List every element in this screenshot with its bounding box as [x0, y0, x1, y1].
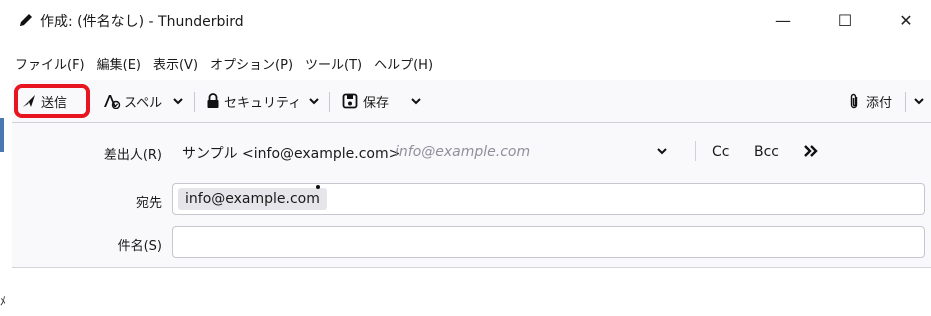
attach-button[interactable]: 添付 — [848, 80, 892, 122]
menu-view[interactable]: 表示(V) — [147, 40, 204, 73]
spell-menu-button[interactable] — [172, 80, 184, 122]
subject-field[interactable] — [172, 226, 925, 258]
compose-window: ﾒ 作成: (件名なし) - Thunderbird — ☐ ✕ ファイル(F)… — [0, 0, 931, 316]
attach-menu-button[interactable] — [913, 80, 925, 122]
more-recipient-types-button[interactable] — [799, 139, 823, 163]
menu-edit[interactable]: 編集(E) — [91, 40, 147, 73]
bcc-button[interactable]: Bcc — [754, 144, 779, 160]
lock-icon — [206, 93, 220, 109]
toolbar-separator — [329, 92, 330, 112]
paperclip-icon — [848, 93, 860, 110]
chevron-down-icon — [913, 95, 925, 107]
to-field[interactable]: info@example.com — [172, 183, 925, 215]
recipient-pill[interactable]: info@example.com — [178, 188, 327, 210]
send-button[interactable]: 送信 — [22, 80, 67, 122]
close-window-button[interactable]: ✕ — [883, 0, 929, 40]
maximize-button[interactable]: ☐ — [822, 0, 868, 40]
security-menu-button[interactable] — [308, 80, 320, 122]
message-headers: 差出人(R) サンプル <info@example.com> info@exam… — [12, 123, 931, 268]
double-chevron-right-icon — [804, 145, 818, 157]
toolbar-separator — [905, 92, 906, 112]
spell-label: スペル — [124, 95, 163, 111]
message-body-editor[interactable] — [12, 268, 931, 316]
from-identity[interactable]: サンプル <info@example.com> — [182, 143, 400, 163]
from-address-hint: info@example.com — [395, 144, 531, 160]
title-bar: 作成: (件名なし) - Thunderbird — ☐ ✕ — [12, 0, 931, 40]
background-window-text: ﾒ — [0, 294, 7, 308]
chevron-down-icon — [657, 148, 667, 155]
toolbar-separator — [194, 92, 195, 112]
menu-file[interactable]: ファイル(F) — [12, 40, 91, 73]
send-icon — [22, 94, 36, 108]
chevron-down-icon — [172, 95, 184, 107]
spell-check-icon — [103, 93, 121, 109]
spell-button[interactable]: スペル — [103, 80, 162, 122]
close-icon: ✕ — [899, 10, 913, 30]
text-cursor — [316, 185, 320, 189]
menu-bar: ファイル(F) 編集(E) 表示(V) オプション(P) ツール(T) ヘルプ(… — [12, 40, 931, 80]
compose-toolbar: 送信 スペル セキュリティ 保存 添付 — [12, 80, 931, 123]
save-button[interactable]: 保存 — [342, 80, 389, 122]
security-label: セキュリティ — [224, 95, 302, 111]
from-dropdown-button[interactable] — [652, 141, 672, 161]
minimize-button[interactable]: — — [760, 0, 806, 40]
send-label: 送信 — [41, 95, 68, 111]
subject-label: 件名(S) — [117, 239, 162, 254]
attach-label: 添付 — [866, 95, 893, 111]
to-label: 宛先 — [135, 196, 162, 211]
menu-tools[interactable]: ツール(T) — [299, 40, 368, 73]
pencil-icon — [18, 12, 34, 28]
chevron-down-icon — [308, 95, 320, 107]
security-button[interactable]: セキュリティ — [206, 80, 301, 122]
maximize-icon: ☐ — [837, 10, 853, 30]
menu-help[interactable]: ヘルプ(H) — [368, 40, 439, 73]
background-window-edge — [0, 118, 4, 152]
header-separator — [695, 141, 696, 161]
save-icon — [342, 93, 358, 109]
minimize-icon: — — [775, 10, 791, 30]
menu-options[interactable]: オプション(P) — [204, 40, 299, 73]
save-menu-button[interactable] — [410, 80, 422, 122]
save-label: 保存 — [363, 95, 390, 111]
from-label: 差出人(R) — [103, 148, 162, 163]
chevron-down-icon — [410, 95, 422, 107]
window-title: 作成: (件名なし) - Thunderbird — [40, 14, 244, 30]
cc-button[interactable]: Cc — [712, 144, 729, 160]
